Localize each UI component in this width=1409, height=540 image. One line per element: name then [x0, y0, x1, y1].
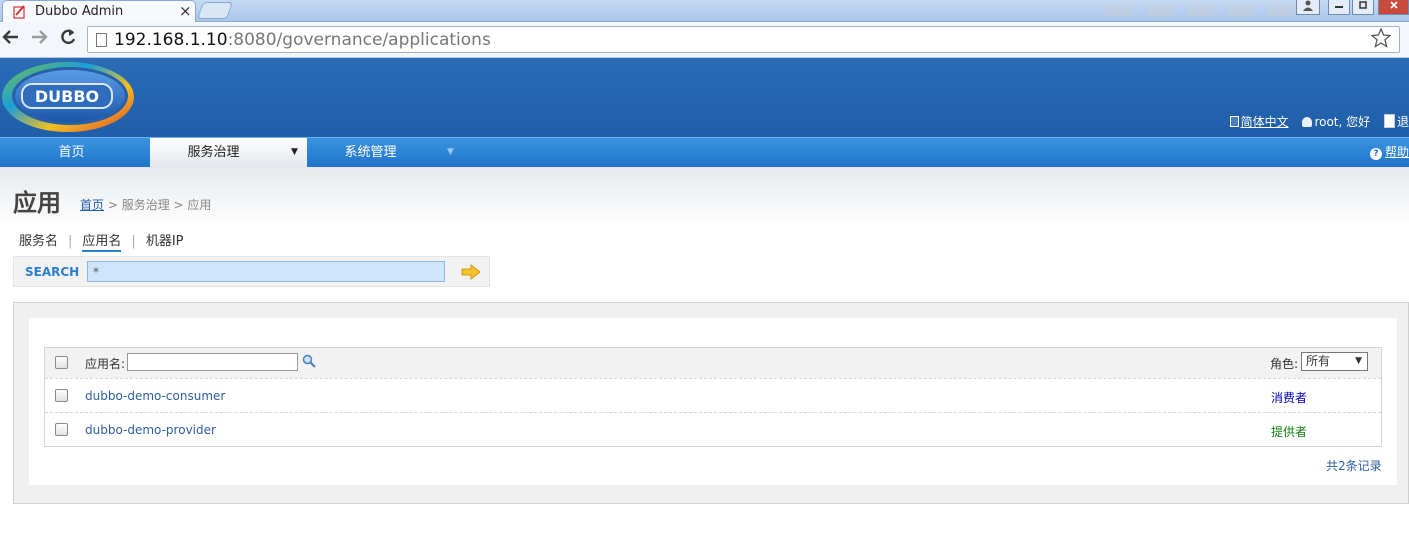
tab-title: Dubbo Admin [35, 4, 124, 19]
close-window-button[interactable] [1378, 0, 1409, 15]
reload-button[interactable] [57, 28, 79, 50]
tab-service-name[interactable]: 服务名 [19, 230, 58, 249]
blurred-toolbar-item [1228, 4, 1254, 16]
main-nav: 首页 服务治理 ▼ 系统管理 ▼ ? 帮助 [0, 137, 1409, 167]
profile-button[interactable] [1296, 0, 1320, 15]
browser-toolbar: 192.168.1.10:8080/governance/application… [0, 22, 1409, 58]
application-table: 应用名: 角色: 所有 ▼ dubbo-demo-consumer 消费者 du… [44, 347, 1382, 447]
back-button[interactable] [0, 28, 22, 50]
search-icon[interactable] [302, 354, 316, 368]
tab-separator: | [131, 234, 136, 249]
tab-application-name[interactable]: 应用名 [82, 230, 122, 252]
dubbo-logo[interactable]: DUBBO [0, 60, 140, 134]
nav-item-system-admin[interactable]: 系统管理 ▼ [307, 138, 464, 167]
arrow-left-icon [2, 30, 18, 44]
application-filter-input[interactable] [127, 353, 298, 371]
minimize-button[interactable] [1328, 0, 1350, 15]
logout-icon [1383, 114, 1395, 128]
application-name-link[interactable]: dubbo-demo-consumer [85, 389, 225, 403]
nav-item-service-governance[interactable]: 服务治理 ▼ [150, 138, 307, 167]
breadcrumb-home-link[interactable]: 首页 [80, 198, 104, 212]
row-checkbox[interactable] [55, 423, 68, 436]
browser-tabstrip: Dubbo Admin × [0, 0, 1409, 22]
blurred-toolbar-item [1188, 4, 1214, 16]
role-badge: 提供者 [1271, 425, 1308, 439]
tab-close-icon[interactable]: × [179, 2, 192, 20]
restore-button[interactable] [1352, 0, 1374, 15]
tab-machine-ip[interactable]: 机器IP [146, 230, 184, 249]
new-tab-button[interactable] [196, 2, 234, 19]
reload-icon [61, 29, 76, 45]
breadcrumb: 首页 > 服务治理 > 应用 [80, 196, 211, 213]
search-label: SEARCH [25, 265, 80, 279]
arrow-right-icon[interactable] [461, 264, 481, 280]
breadcrumb-path: > 服务治理 > 应用 [104, 198, 212, 212]
user-icon [1302, 117, 1313, 127]
user-greeting: root, 您好 [1302, 113, 1370, 130]
logout-link[interactable]: 退 [1383, 113, 1409, 130]
nav-label: 系统管理 [344, 145, 397, 160]
role-select[interactable]: 所有 ▼ [1301, 352, 1368, 371]
app-header: DUBBO 简体中文 root, 您好 退 [0, 58, 1409, 137]
header-links: 简体中文 root, 您好 退 [1220, 113, 1409, 130]
table-row: dubbo-demo-consumer 消费者 [45, 378, 1381, 412]
search-type-tabs: 服务名 | 应用名 | 机器IP [19, 230, 184, 252]
restore-icon [1359, 1, 1367, 9]
language-link[interactable]: 简体中文 [1229, 113, 1289, 130]
tab-separator: | [68, 234, 73, 249]
role-select-value: 所有 [1306, 354, 1331, 368]
document-icon [1229, 116, 1239, 127]
search-input[interactable] [87, 261, 445, 282]
browser-tab[interactable]: Dubbo Admin × [2, 0, 196, 22]
address-bar[interactable]: 192.168.1.10:8080/governance/application… [87, 26, 1400, 53]
nav-label: 首页 [58, 145, 85, 160]
user-icon [1303, 0, 1313, 11]
select-all-checkbox[interactable] [55, 356, 68, 369]
blurred-toolbar-item [1268, 4, 1294, 16]
star-icon[interactable] [1371, 28, 1391, 48]
filter-label: 应用名: [85, 357, 126, 371]
table-row: dubbo-demo-provider 提供者 [45, 412, 1381, 446]
minimize-icon [1335, 6, 1343, 8]
blurred-toolbar-item [1105, 4, 1131, 16]
chevron-down-icon: ▼ [447, 147, 454, 157]
nav-item-home[interactable]: 首页 [0, 138, 143, 167]
arrow-right-icon [32, 30, 48, 44]
page-icon [96, 33, 107, 47]
page-title: 应用 [13, 189, 61, 217]
table-header-row: 应用名: 角色: 所有 ▼ [45, 348, 1381, 378]
search-bar: SEARCH [13, 256, 490, 287]
forward-button[interactable] [28, 28, 50, 50]
role-badge: 消费者 [1271, 391, 1308, 405]
nav-label: 服务治理 [187, 145, 240, 160]
help-icon: ? [1369, 148, 1382, 160]
role-label: 角色: [1270, 357, 1299, 371]
blurred-toolbar-item [1148, 4, 1174, 16]
help-link[interactable]: ? 帮助 [1369, 138, 1409, 167]
chevron-down-icon: ▼ [291, 147, 298, 157]
url-text: 192.168.1.10:8080/governance/application… [114, 30, 491, 50]
application-name-link[interactable]: dubbo-demo-provider [85, 423, 216, 437]
close-icon [1389, 1, 1398, 9]
row-checkbox[interactable] [55, 389, 68, 402]
dubbo-favicon-icon [13, 5, 25, 19]
total-records: 共2条记录 [1326, 459, 1382, 473]
chevron-down-icon: ▼ [1355, 356, 1362, 366]
svg-text:DUBBO: DUBBO [35, 87, 99, 106]
